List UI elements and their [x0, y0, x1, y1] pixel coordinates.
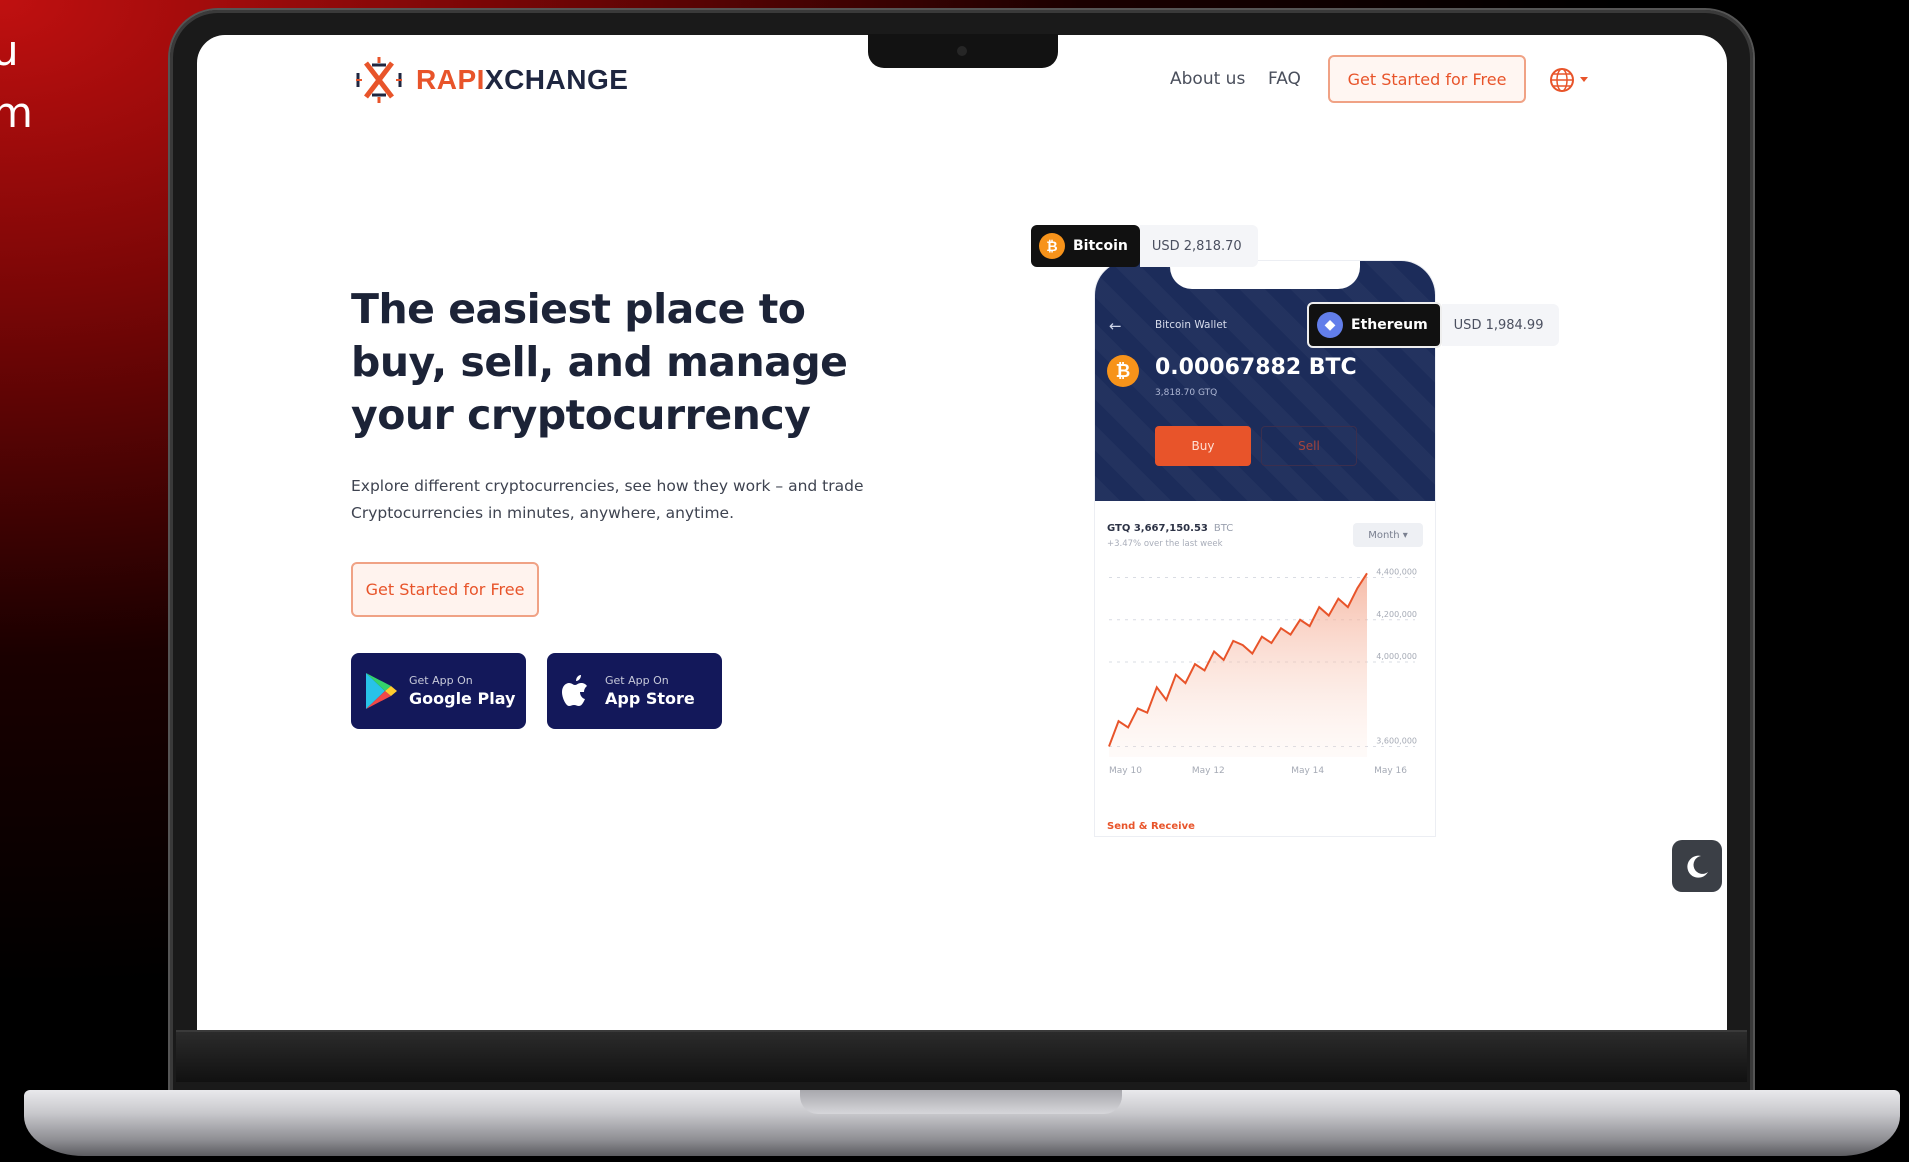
price-value: GTQ 3,667,150.53	[1107, 523, 1208, 534]
dark-mode-toggle[interactable]	[1672, 840, 1722, 892]
chart-area-fill	[1109, 573, 1367, 757]
price-chart: 3,600,000 4,000,000 4,200,000 4,400,000 May …	[1108, 568, 1417, 776]
nav-faq-link[interactable]: FAQ	[1268, 69, 1301, 89]
wallet-title: Bitcoin Wallet	[1155, 319, 1227, 331]
y-tick-label: 4,400,000	[1376, 568, 1417, 577]
price-unit: BTC	[1213, 523, 1234, 534]
laptop-base-groove	[800, 1090, 1122, 1114]
y-tick-label: 3,600,000	[1376, 736, 1417, 745]
app-store-small-text: Get App On	[605, 674, 669, 687]
brand-wordmark-xchange: XCHANGE	[484, 64, 629, 95]
brand-logo[interactable]: RAPIXCHANGE	[352, 55, 628, 105]
x-tick-label: May 10	[1109, 766, 1142, 776]
bitcoin-price: USD 2,818.70	[1139, 225, 1258, 267]
bitcoin-chip: ₿ Bitcoin	[1031, 225, 1140, 267]
ethereum-chip: ◆ Ethereum	[1307, 302, 1442, 348]
price-change: +3.47% over the last week	[1107, 539, 1223, 549]
language-chevron-down-icon[interactable]	[1580, 77, 1588, 82]
back-arrow-icon[interactable]: ←	[1109, 317, 1122, 335]
ethereum-price-tag: ◆ Ethereum USD 1,984.99	[1307, 302, 1560, 348]
wallet-balance-fiat: 3,818.70 GTQ	[1155, 388, 1218, 398]
bitcoin-icon: ₿	[1107, 355, 1139, 387]
bitcoin-coin-icon: ₿	[1039, 233, 1065, 259]
period-dropdown[interactable]: Month ▾	[1353, 523, 1423, 547]
background-side-text: u m	[0, 20, 33, 144]
x-tick-label: May 12	[1192, 766, 1225, 776]
app-store-button[interactable]: Get App On App Store	[547, 653, 722, 729]
logo-mark-icon	[356, 57, 402, 103]
laptop-screen: RAPIXCHANGE About us FAQ Get Started for…	[197, 35, 1727, 1030]
google-play-button[interactable]: Get App On Google Play	[351, 653, 526, 729]
bitcoin-price-tag: ₿ Bitcoin USD 2,818.70	[1031, 225, 1258, 267]
camera-notch	[868, 34, 1058, 68]
moon-icon	[1687, 855, 1708, 878]
buy-button[interactable]: Buy	[1155, 426, 1251, 466]
bitcoin-name: Bitcoin	[1073, 238, 1128, 254]
nav-get-started-button[interactable]: Get Started for Free	[1328, 55, 1526, 103]
camera-icon	[957, 46, 967, 56]
google-play-icon	[366, 673, 397, 709]
y-tick-label: 4,000,000	[1376, 652, 1417, 661]
wallet-balance: 0.00067882 BTC	[1155, 355, 1357, 380]
x-tick-label: May 14	[1291, 766, 1324, 776]
nav-about-us-link[interactable]: About us	[1170, 69, 1245, 89]
ethereum-price: USD 1,984.99	[1441, 304, 1560, 346]
hero-description: Explore different cryptocurrencies, see …	[351, 477, 864, 522]
price-readout: GTQ 3,667,150.53 BTC	[1107, 523, 1233, 534]
brand-wordmark: RAPIXCHANGE	[416, 64, 628, 96]
google-play-small-text: Get App On	[409, 674, 473, 687]
hero-get-started-button[interactable]: Get Started for Free	[351, 562, 539, 617]
ethereum-name: Ethereum	[1351, 317, 1428, 333]
ethereum-coin-icon: ◆	[1317, 312, 1343, 338]
app-store-label: App Store	[605, 689, 695, 708]
side-text-line-1: u	[0, 26, 19, 75]
brand-wordmark-rapi: RAPI	[416, 64, 485, 95]
y-tick-label: 4,200,000	[1376, 610, 1417, 619]
sell-button[interactable]: Sell	[1261, 426, 1357, 466]
hero-title: The easiest place to buy, sell, and mana…	[351, 285, 848, 439]
laptop-bezel	[176, 1030, 1747, 1082]
x-tick-label: May 16	[1374, 766, 1407, 776]
apple-icon	[562, 675, 587, 706]
side-text-line-2: m	[0, 88, 33, 137]
google-play-label: Google Play	[409, 689, 516, 708]
send-receive-label: Send & Receive	[1107, 821, 1195, 832]
globe-icon[interactable]	[1549, 67, 1575, 93]
